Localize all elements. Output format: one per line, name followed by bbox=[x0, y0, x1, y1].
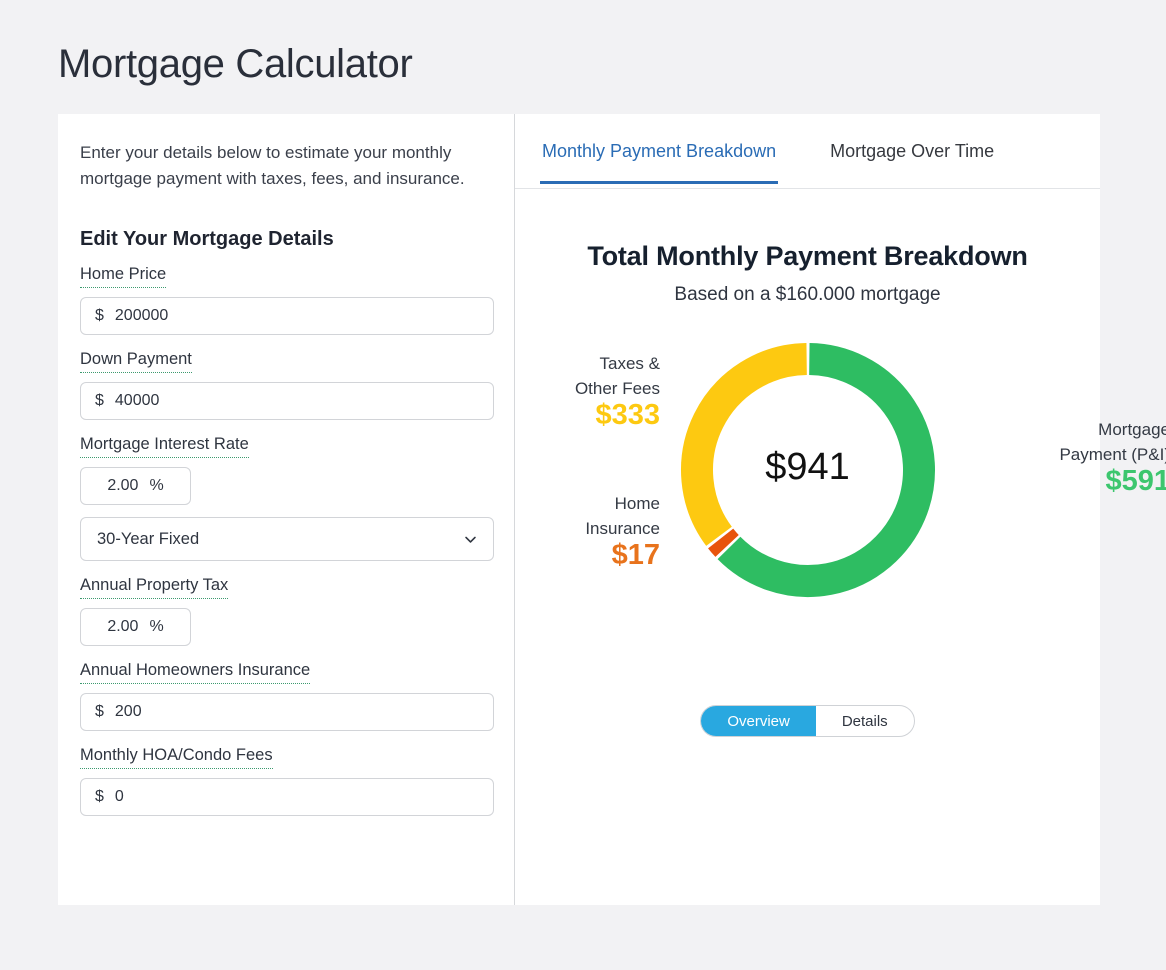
legend-mortgage-payment-pi: Mortgage Payment (P&I) $591 bbox=[980, 417, 1166, 497]
label-homeowners-insurance[interactable]: Annual Homeowners Insurance bbox=[80, 659, 311, 684]
percent-suffix-icon: % bbox=[149, 477, 164, 494]
intro-text: Enter your details below to estimate you… bbox=[80, 143, 465, 188]
currency-prefix-icon: $ bbox=[95, 392, 104, 409]
view-toggle-wrap: Overview Details bbox=[515, 705, 1100, 737]
legend-insurance-line2: Insurance bbox=[585, 519, 660, 538]
input-interest-rate-value: 2.00 bbox=[107, 477, 139, 494]
tab-monthly-payment-breakdown[interactable]: Monthly Payment Breakdown bbox=[540, 141, 778, 184]
input-hoa-fees[interactable]: $ 0 bbox=[80, 778, 494, 816]
tab-mortgage-over-time[interactable]: Mortgage Over Time bbox=[828, 141, 996, 184]
label-hoa-fees[interactable]: Monthly HOA/Condo Fees bbox=[80, 744, 273, 769]
currency-prefix-icon: $ bbox=[95, 703, 104, 720]
chart-subtitle: Based on a $160.000 mortgage bbox=[674, 284, 941, 305]
input-hoa-fees-value: 0 bbox=[114, 788, 124, 805]
field-homeowners-insurance: Annual Homeowners Insurance $ 200 bbox=[80, 659, 494, 731]
input-down-payment-value: 40000 bbox=[114, 392, 160, 409]
legend-pi-amount: $591 bbox=[1105, 465, 1166, 497]
legend-pi-line1: Mortgage bbox=[1098, 420, 1166, 439]
field-hoa-fees: Monthly HOA/Condo Fees $ 0 bbox=[80, 744, 494, 816]
input-down-payment[interactable]: $ 40000 bbox=[80, 382, 494, 420]
currency-prefix-icon: $ bbox=[95, 307, 104, 324]
field-down-payment: Down Payment $ 40000 bbox=[80, 348, 494, 420]
input-property-tax[interactable]: 2.00 % bbox=[80, 608, 191, 646]
legend-insurance-amount: $17 bbox=[611, 539, 660, 571]
select-loan-term[interactable]: 30-Year Fixed bbox=[80, 517, 494, 561]
toggle-details-button[interactable]: Details bbox=[816, 706, 914, 736]
input-home-price-value: 200000 bbox=[114, 307, 169, 324]
donut-slice bbox=[707, 528, 739, 557]
payment-breakdown-donut-chart: $941 Taxes & Other Fees $333 Home Insura… bbox=[515, 339, 1166, 639]
input-homeowners-insurance-value: 200 bbox=[114, 703, 142, 720]
results-tabs: Monthly Payment Breakdown Mortgage Over … bbox=[515, 114, 1100, 189]
results-panel: Monthly Payment Breakdown Mortgage Over … bbox=[515, 114, 1166, 905]
view-toggle: Overview Details bbox=[700, 705, 915, 737]
toggle-overview-button[interactable]: Overview bbox=[701, 706, 816, 736]
input-homeowners-insurance[interactable]: $ 200 bbox=[80, 693, 494, 731]
legend-taxes-other-fees: Taxes & Other Fees $333 bbox=[470, 351, 660, 431]
calculator-card: Enter your details below to estimate you… bbox=[58, 114, 1166, 905]
chart-title: Total Monthly Payment Breakdown bbox=[587, 241, 1028, 271]
label-property-tax[interactable]: Annual Property Tax bbox=[80, 574, 229, 599]
legend-taxes-line2: Other Fees bbox=[574, 379, 660, 398]
mortgage-details-panel: Enter your details below to estimate you… bbox=[58, 114, 515, 905]
field-interest-rate: Mortgage Interest Rate 2.00 % 30-Year Fi… bbox=[80, 433, 494, 561]
field-home-price: Home Price $ 200000 bbox=[80, 263, 494, 335]
currency-prefix-icon: $ bbox=[95, 788, 104, 805]
label-home-price[interactable]: Home Price bbox=[80, 263, 167, 288]
label-down-payment[interactable]: Down Payment bbox=[80, 348, 192, 373]
label-interest-rate[interactable]: Mortgage Interest Rate bbox=[80, 433, 249, 458]
mortgage-calculator-page: Mortgage Calculator Enter your details b… bbox=[0, 0, 1166, 970]
input-interest-rate[interactable]: 2.00 % bbox=[80, 467, 191, 505]
legend-insurance-line1: Home bbox=[614, 494, 660, 513]
section-heading: Edit Your Mortgage Details bbox=[80, 228, 334, 250]
legend-taxes-line1: Taxes & bbox=[599, 354, 660, 373]
select-loan-term-value: 30-Year Fixed bbox=[97, 529, 200, 548]
input-home-price[interactable]: $ 200000 bbox=[80, 297, 494, 335]
legend-pi-line2: Payment (P&I) bbox=[1059, 445, 1166, 464]
input-property-tax-value: 2.00 bbox=[107, 618, 139, 635]
page-title: Mortgage Calculator bbox=[58, 42, 413, 86]
legend-home-insurance: Home Insurance $17 bbox=[470, 491, 660, 571]
percent-suffix-icon: % bbox=[149, 618, 164, 635]
field-property-tax: Annual Property Tax 2.00 % bbox=[80, 574, 490, 646]
legend-taxes-amount: $333 bbox=[595, 399, 660, 431]
